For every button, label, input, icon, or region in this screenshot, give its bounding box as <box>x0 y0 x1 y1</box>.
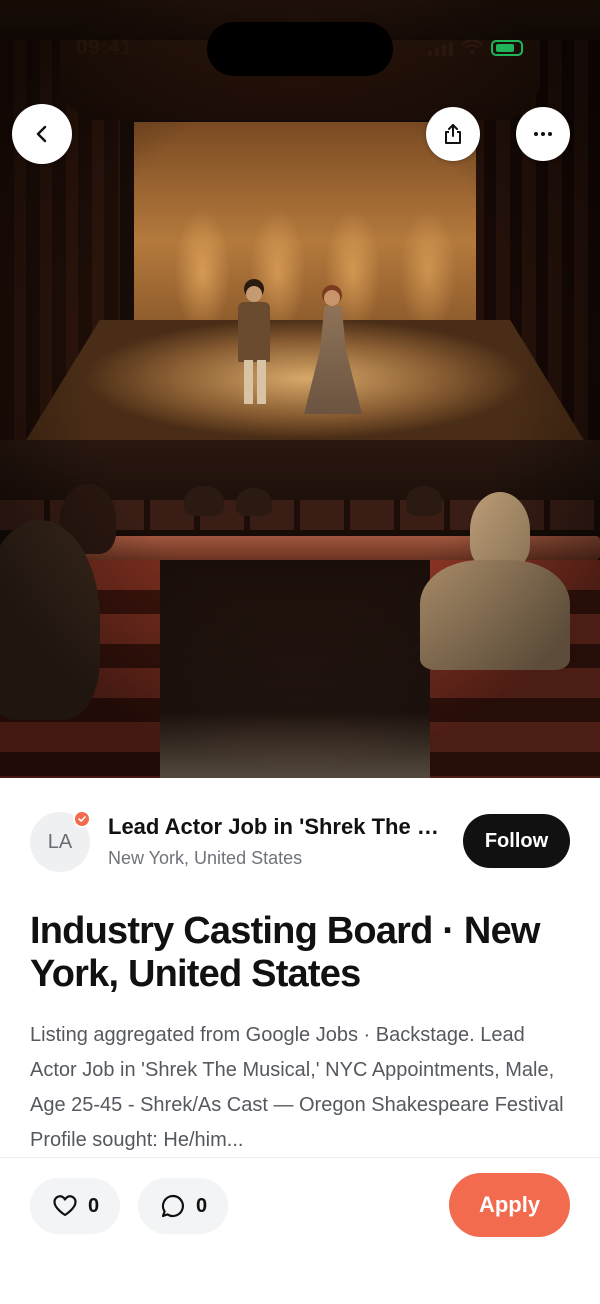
post-description[interactable]: Listing aggregated from Google Jobs · Ba… <box>30 1018 575 1156</box>
author-location: New York, United States <box>108 848 303 868</box>
author-row: LA Lead Actor Job in 'Shrek The Musical,… <box>30 810 570 872</box>
status-icons <box>428 38 523 58</box>
divider <box>0 1157 600 1158</box>
post-hero-image <box>0 0 600 778</box>
chevron-left-icon <box>36 125 47 143</box>
like-button[interactable]: 0 <box>30 1178 120 1234</box>
like-count: 0 <box>88 1194 100 1217</box>
more-button[interactable] <box>516 107 570 161</box>
author-name[interactable]: Lead Actor Job in 'Shrek The Musical,' N… <box>108 814 448 840</box>
post-title: Industry Casting Board · New York, Unite… <box>30 910 540 995</box>
back-button[interactable] <box>12 104 72 164</box>
avatar-initials: LA <box>47 830 73 853</box>
heart-icon <box>53 1195 77 1217</box>
signal-icon <box>428 40 453 56</box>
follow-button[interactable]: Follow <box>463 814 570 868</box>
comment-button[interactable]: 0 <box>138 1178 228 1234</box>
battery-icon <box>491 40 523 56</box>
comment-count: 0 <box>196 1194 208 1217</box>
apply-button[interactable]: Apply <box>449 1173 570 1237</box>
share-icon <box>445 124 461 144</box>
verified-badge-icon <box>73 810 91 828</box>
share-button[interactable] <box>426 107 480 161</box>
comment-icon <box>161 1194 184 1218</box>
more-horizontal-icon <box>534 132 552 136</box>
status-time: 09:41 <box>76 36 133 59</box>
wifi-icon <box>461 40 483 55</box>
dynamic-island <box>207 22 393 76</box>
